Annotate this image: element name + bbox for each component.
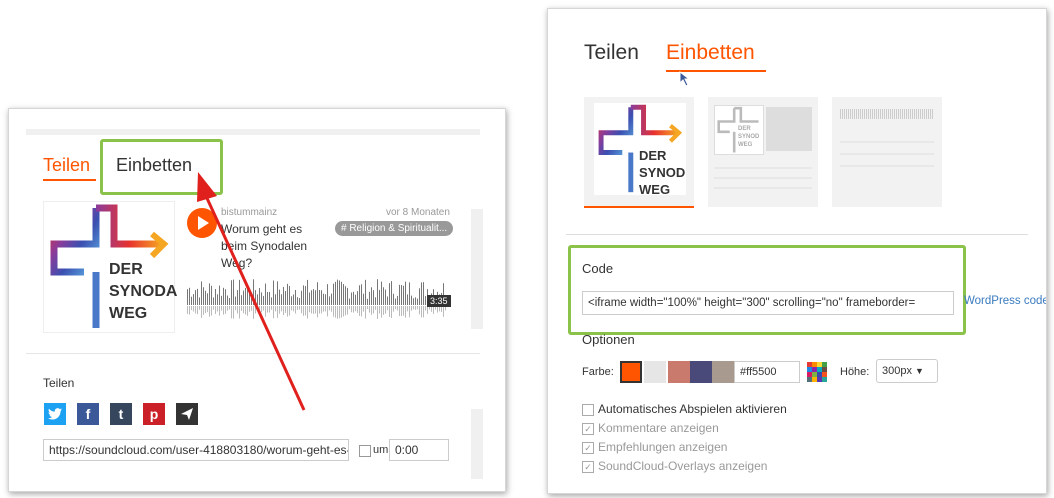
code-highlight-box [568, 245, 966, 335]
twitter-share-button[interactable] [44, 403, 66, 425]
wordpress-code-link[interactable]: WordPress code [964, 295, 1046, 307]
color-swatch-light-gray[interactable] [644, 361, 666, 383]
mini-line-3 [840, 165, 934, 167]
facebook-share-button[interactable]: f [77, 403, 99, 425]
tab-embed[interactable]: Einbetten [666, 41, 755, 65]
mini-waveform [840, 109, 934, 119]
player-style-mini[interactable] [832, 97, 942, 207]
tab-share[interactable]: Teilen [584, 41, 639, 65]
mouse-cursor-icon [679, 71, 691, 87]
height-select-value: 300px [882, 365, 912, 377]
height-select[interactable]: 300px ▼ [876, 359, 938, 383]
embed-code-input[interactable]: <iframe width="100%" height="300" scroll… [582, 291, 954, 315]
play-button[interactable] [187, 208, 217, 238]
selected-thumb-underline [584, 206, 694, 208]
overlays-checkbox[interactable]: ✓ [582, 461, 594, 473]
track-time-ago: vor 8 Monaten [386, 207, 450, 218]
tab-share[interactable]: Teilen [43, 155, 90, 176]
tab-share-underline [43, 179, 96, 181]
overlays-label: SoundCloud-Overlays anzeigen [598, 459, 768, 473]
track-duration: 3:35 [427, 295, 451, 307]
options-label: Optionen [582, 332, 635, 347]
comments-checkbox[interactable]: ✓ [582, 423, 594, 435]
autoplay-checkbox[interactable] [582, 404, 594, 416]
twitter-icon [48, 408, 62, 420]
facebook-icon: f [85, 406, 91, 422]
classic-line-2 [714, 177, 812, 179]
player-style-visual[interactable]: DER SYNOD WEG [584, 97, 694, 207]
start-at-label: um [373, 444, 389, 456]
color-swatch-taupe[interactable] [712, 361, 734, 383]
recommendations-checkbox[interactable]: ✓ [582, 442, 594, 454]
classic-artwork-text: DER SYNOD WEG [738, 126, 760, 148]
player-style-classic[interactable]: DER SYNOD WEG [708, 97, 818, 207]
share-url-input[interactable]: https://soundcloud.com/user-418803180/wo… [43, 439, 349, 461]
side-scroll-strip [471, 209, 483, 329]
side-scroll-strip-2 [471, 409, 483, 479]
start-at-checkbox[interactable] [359, 445, 371, 457]
height-label: Höhe: [840, 366, 870, 378]
color-swatch-orange[interactable] [620, 361, 642, 383]
classic-line-1 [714, 167, 812, 169]
embed-dialog-right: Teilen Einbetten DER SYNOD WEG DER SYNOD… [547, 8, 1047, 494]
visual-artwork-text: DER SYNOD WEG [639, 148, 686, 197]
color-label: Farbe: [582, 366, 614, 378]
pinterest-icon: p [149, 406, 159, 422]
tumblr-share-button[interactable]: t [110, 403, 132, 425]
share-heading: Teilen [43, 376, 75, 390]
pinterest-share-button[interactable]: p [143, 403, 165, 425]
color-hex-input[interactable]: #ff5500 [734, 361, 800, 383]
genre-tag[interactable]: # Religion & Spiritualit... [335, 221, 454, 236]
autoplay-label: Automatisches Abspielen aktivieren [598, 402, 787, 416]
recommendations-label: Empfehlungen anzeigen [598, 440, 728, 454]
chevron-down-icon: ▼ [915, 366, 924, 376]
start-time-input[interactable]: 0:00 [389, 439, 449, 461]
track-title[interactable]: Worum geht es beim Synodalen Weg? [221, 221, 317, 272]
embed-highlight-box [100, 139, 223, 195]
track-user[interactable]: bistummainz [221, 207, 277, 218]
color-palette-icon[interactable] [807, 362, 827, 382]
section-divider [26, 353, 480, 354]
share-dialog-left: Teilen Einbetten DER SYNODA WEG bistumma… [8, 108, 506, 492]
message-share-button[interactable] [176, 403, 198, 425]
classic-line-3 [714, 187, 812, 189]
mini-line-1 [840, 141, 934, 143]
artwork-text: DER SYNODA WEG [109, 261, 178, 322]
color-swatch-rose[interactable] [668, 361, 690, 383]
top-bar [26, 129, 480, 135]
comments-label: Kommentare anzeigen [598, 421, 719, 435]
mini-line-2 [840, 153, 934, 155]
paper-plane-icon [181, 408, 193, 420]
code-label: Code [582, 261, 614, 276]
tumblr-icon: t [118, 406, 124, 422]
classic-waveform [766, 107, 812, 151]
section-divider [566, 234, 1028, 235]
color-swatch-indigo[interactable] [690, 361, 712, 383]
waveform[interactable] [187, 277, 449, 323]
